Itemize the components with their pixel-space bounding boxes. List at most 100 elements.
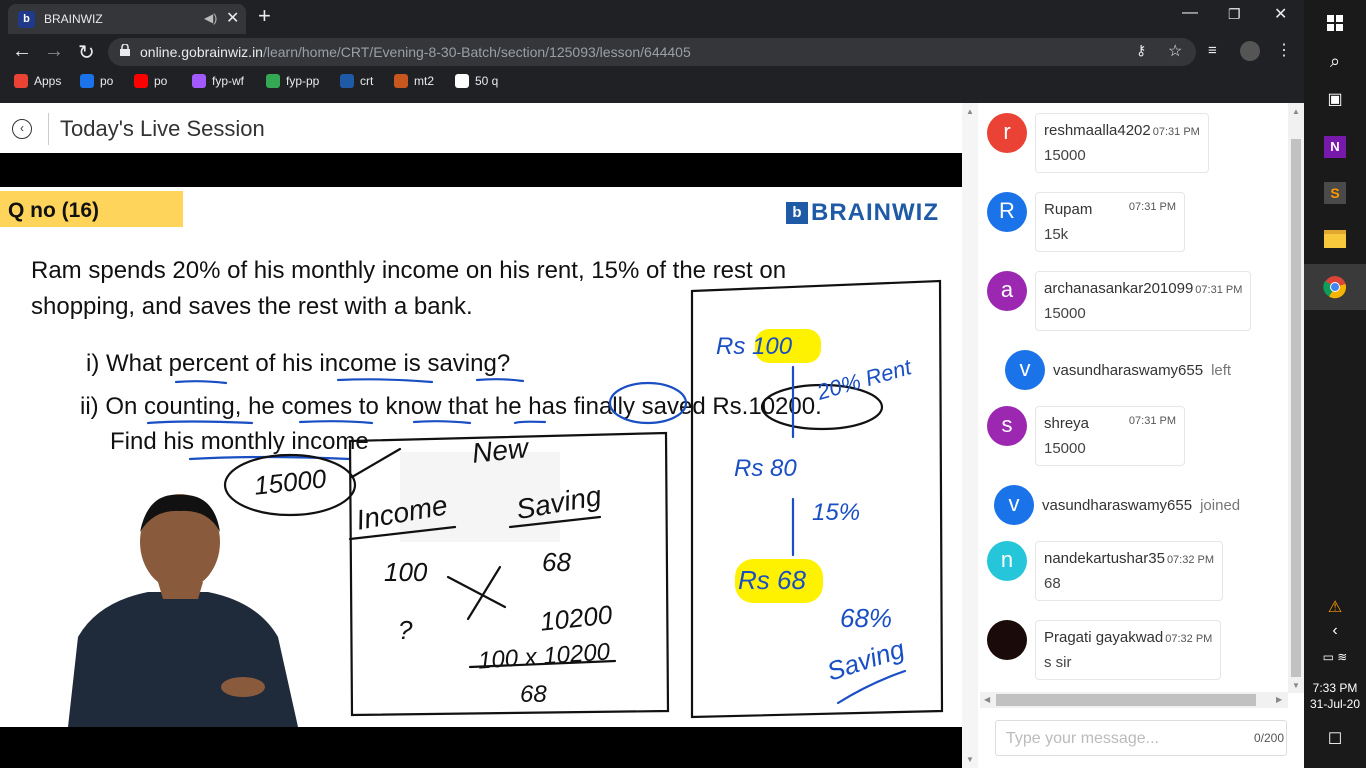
back-circle-icon[interactable]: ‹ <box>12 119 32 139</box>
sender-name: nandekartushar35 <box>1044 550 1165 567</box>
speaker-icon[interactable]: ◀) <box>204 11 217 25</box>
bookmark-favicon-icon <box>80 74 94 88</box>
chat-message-input[interactable] <box>1006 728 1226 750</box>
bookmark-label: po <box>154 74 168 88</box>
bookmark-item[interactable]: fyp-pp <box>266 74 319 88</box>
chat-message: a archanasankar201099 07:31 PM 15000 <box>987 271 1252 331</box>
hw-rs68: Rs 68 <box>738 565 806 595</box>
user-avatar: r <box>987 113 1027 153</box>
message-bubble: shreya 07:31 PM 15000 <box>1035 406 1185 466</box>
chat-event: v vasundharaswamy655 left <box>1005 350 1231 390</box>
scroll-down-arrow-icon[interactable]: ▼ <box>966 755 974 764</box>
bookmark-item[interactable]: Apps <box>14 74 61 88</box>
media-control-icon[interactable]: ≡ <box>1208 42 1217 59</box>
task-view-icon[interactable]: ▣ <box>1304 76 1366 122</box>
bookmark-item[interactable]: mt2 <box>394 74 434 88</box>
event-action: left <box>1211 361 1232 379</box>
lock-icon <box>120 44 130 56</box>
action-center-icon[interactable]: ☐ <box>1304 716 1366 762</box>
bookmark-favicon-icon <box>455 74 469 88</box>
reload-icon[interactable]: ↻ <box>78 40 95 65</box>
scroll-left-arrow-icon[interactable]: ◀ <box>984 695 990 704</box>
scroll-up-arrow-icon[interactable]: ▲ <box>966 107 974 116</box>
back-arrow-icon[interactable]: ← <box>12 40 32 63</box>
minimize-icon[interactable]: — <box>1182 4 1198 22</box>
maximize-icon[interactable]: ❐ <box>1228 6 1241 23</box>
bookmark-favicon-icon <box>394 74 408 88</box>
browser-tab[interactable]: b BRAINWIZ ◀) ✕ <box>8 4 246 34</box>
event-user: vasundharaswamy655 <box>1042 496 1193 514</box>
battery-wifi-icon[interactable]: ▭ ≋ <box>1304 634 1366 680</box>
hw-15pct: 15% <box>812 499 861 526</box>
chat-message: n nandekartushar35 07:32 PM 68 <box>987 541 1224 601</box>
message-time: 07:31 PM <box>1128 415 1176 427</box>
sender-name: Rupam <box>1044 201 1093 218</box>
user-avatar: s <box>987 406 1027 446</box>
bookmark-label: po <box>100 74 114 88</box>
forward-arrow-icon[interactable]: → <box>44 40 64 63</box>
bookmark-label: crt <box>360 74 374 88</box>
sublime-icon[interactable]: S <box>1304 170 1366 216</box>
chat-message: s shreya 07:31 PM 15000 <box>987 406 1185 466</box>
message-bubble: Pragati gayakwad 07:32 PM s sir <box>1035 620 1222 680</box>
sender-name: reshmaalla4202 <box>1044 122 1151 139</box>
event-action: joined <box>1200 496 1241 514</box>
message-time: 07:31 PM <box>1128 201 1176 213</box>
scroll-thumb[interactable] <box>996 694 1256 706</box>
clock[interactable]: 7:33 PM 31-Jul-20 <box>1304 680 1366 712</box>
windows-taskbar: ⌕ ▣ N S ⚠ ‹ ▭ ≋ 7:33 PM 31-Jul-20 ☐ <box>1304 0 1366 768</box>
message-bubble: reshmaalla4202 07:31 PM 15000 <box>1035 113 1209 173</box>
message-text: 15k <box>1044 226 1069 243</box>
bookmark-label: fyp-pp <box>286 74 320 88</box>
presenter-image <box>68 494 298 727</box>
bookmark-label: mt2 <box>414 74 435 88</box>
sender-name: shreya <box>1044 415 1090 432</box>
scroll-down-arrow-icon[interactable]: ▼ <box>1292 681 1300 690</box>
close-tab-icon[interactable]: ✕ <box>226 8 239 28</box>
hw-new: New <box>470 432 530 469</box>
profile-avatar[interactable] <box>1240 41 1260 61</box>
star-icon[interactable]: ☆ <box>1168 41 1182 61</box>
hw-question: ? <box>398 615 413 645</box>
tab-title: BRAINWIZ <box>44 12 103 26</box>
chat-vertical-scrollbar[interactable]: ▲ ▼ <box>1288 103 1304 693</box>
message-bubble: Rupam 07:31 PM 15k <box>1035 192 1185 252</box>
message-text: s sir <box>1044 654 1072 671</box>
page-title: Today's Live Session <box>60 116 265 141</box>
bookmark-item[interactable]: crt <box>340 74 373 88</box>
message-text: 15000 <box>1044 305 1086 322</box>
close-window-icon[interactable]: ✕ <box>1274 4 1287 24</box>
bookmark-label: Apps <box>34 74 62 88</box>
user-avatar: v <box>994 485 1034 525</box>
scroll-up-arrow-icon[interactable]: ▲ <box>1292 107 1300 116</box>
message-text: 15000 <box>1044 147 1086 164</box>
menu-icon[interactable]: ⋮ <box>1276 40 1292 60</box>
key-icon[interactable]: ⚷ <box>1136 42 1146 59</box>
message-time: 07:31 PM <box>1152 126 1200 138</box>
bookmark-item[interactable]: fyp-wf <box>192 74 244 88</box>
bookmark-item[interactable]: 50 q <box>455 74 498 88</box>
bookmark-favicon-icon <box>340 74 354 88</box>
message-text: 68 <box>1044 575 1061 592</box>
bookmark-item[interactable]: po <box>80 74 113 88</box>
scroll-thumb[interactable] <box>1291 139 1301 677</box>
chrome-icon[interactable] <box>1304 264 1366 310</box>
session-header: ‹ Today's Live Session <box>0 103 962 153</box>
user-avatar-photo <box>987 620 1027 660</box>
hw-100: 100 <box>384 557 428 587</box>
chat-horizontal-scrollbar[interactable]: ◀ ▶ <box>980 692 1288 708</box>
onenote-icon[interactable]: N <box>1304 124 1366 170</box>
message-bubble: nandekartushar35 07:32 PM 68 <box>1035 541 1224 601</box>
chat-input-box[interactable]: 0/200 <box>995 720 1287 756</box>
bookmark-item[interactable]: po <box>134 74 167 88</box>
bookmark-favicon-icon <box>14 74 28 88</box>
brainwiz-favicon-icon: b <box>18 11 35 28</box>
scroll-right-arrow-icon[interactable]: ▶ <box>1276 695 1282 704</box>
chat-event: v vasundharaswamy655 joined <box>994 485 1240 525</box>
file-explorer-icon[interactable] <box>1304 216 1366 262</box>
bookmark-favicon-icon <box>134 74 148 88</box>
user-avatar: a <box>987 271 1027 311</box>
user-avatar: v <box>1005 350 1045 390</box>
new-tab-button[interactable]: + <box>258 3 271 29</box>
address-bar[interactable]: online.gobrainwiz.in/learn/home/CRT/Even… <box>108 38 1196 66</box>
